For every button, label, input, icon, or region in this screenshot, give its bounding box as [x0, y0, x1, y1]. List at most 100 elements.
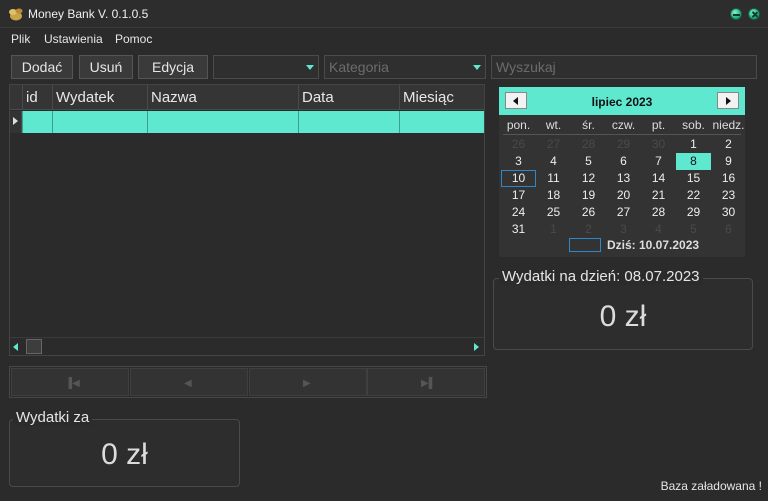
calendar-day[interactable]: 20 — [606, 187, 641, 204]
calendar-day[interactable]: 19 — [571, 187, 606, 204]
status-label: Baza załadowana ! — [660, 479, 762, 493]
column-header-nazwa[interactable]: Nazwa — [147, 85, 298, 110]
daily-expenses-box: 0 zł — [493, 278, 753, 350]
calendar-weekday: czw. — [611, 118, 636, 132]
calendar-day[interactable]: 27 — [606, 204, 641, 221]
table-cell[interactable] — [399, 111, 484, 133]
column-header-wydatek[interactable]: Wydatek — [52, 85, 147, 110]
edit-button[interactable]: Edycja — [138, 55, 208, 79]
filter-combo[interactable] — [213, 55, 319, 79]
window-title: Money Bank V. 0.1.0.5 — [28, 7, 149, 21]
calendar-day[interactable]: 12 — [571, 170, 606, 187]
calendar-day[interactable]: 2 — [711, 136, 746, 153]
period-expenses-value: 0 zł — [101, 438, 148, 471]
calendar-day[interactable]: 31 — [501, 221, 536, 238]
prev-icon: ◀ — [184, 378, 192, 389]
table-cell[interactable] — [298, 111, 399, 133]
calendar-day[interactable]: 16 — [711, 170, 746, 187]
table-cell[interactable] — [22, 111, 52, 133]
calendar-day[interactable]: 23 — [711, 187, 746, 204]
calendar-month-label: lipiec 2023 — [591, 95, 653, 109]
expenses-table[interactable]: id Wydatek Nazwa Data Miesiąc — [9, 84, 485, 356]
column-header-id[interactable]: id — [22, 85, 52, 110]
column-header-miesiac[interactable]: Miesiąc — [399, 85, 484, 110]
calendar-weekday: wt. — [545, 118, 562, 132]
table-cell[interactable] — [52, 111, 147, 133]
calendar-day[interactable]: 29 — [606, 136, 641, 153]
row-indicator[interactable] — [10, 111, 22, 133]
first-record-button[interactable]: ▐◀ — [11, 368, 129, 396]
daily-expenses-title: Wydatki na dzień: 08.07.2023 — [499, 268, 703, 285]
calendar-weekday: sob. — [682, 118, 705, 132]
calendar-day[interactable]: 8 — [676, 153, 711, 170]
column-header-data[interactable]: Data — [298, 85, 399, 110]
calendar-day[interactable]: 1 — [676, 136, 711, 153]
first-icon: ▐◀ — [65, 378, 80, 389]
calendar-header: lipiec 2023 — [499, 87, 745, 115]
horizontal-scrollbar[interactable] — [10, 337, 484, 355]
category-combo[interactable]: Kategoria — [324, 55, 486, 79]
menu-bar: Plik Ustawienia Pomoc — [0, 29, 768, 49]
next-icon: ▶ — [303, 378, 311, 389]
calendar-day[interactable]: 27 — [536, 136, 571, 153]
calendar-day[interactable]: 30 — [641, 136, 676, 153]
calendar-day[interactable]: 5 — [571, 153, 606, 170]
calendar-day[interactable]: 18 — [536, 187, 571, 204]
calendar-day[interactable]: 17 — [501, 187, 536, 204]
add-button[interactable]: Dodać — [11, 55, 73, 79]
calendar-day[interactable]: 24 — [501, 204, 536, 221]
table-cell[interactable] — [147, 111, 298, 133]
calendar-day[interactable]: 22 — [676, 187, 711, 204]
scroll-thumb[interactable] — [26, 339, 42, 354]
scroll-left-icon[interactable] — [13, 343, 18, 351]
calendar-weekday: pt. — [651, 118, 666, 132]
calendar-day[interactable]: 10 — [501, 170, 536, 187]
calendar-day[interactable]: 26 — [501, 136, 536, 153]
calendar-day[interactable]: 11 — [536, 170, 571, 187]
search-input[interactable]: Wyszukaj — [491, 55, 757, 79]
calendar-day[interactable]: 6 — [711, 221, 746, 238]
scroll-right-icon[interactable] — [474, 343, 479, 351]
calendar-day[interactable]: 3 — [501, 153, 536, 170]
calendar-day[interactable]: 5 — [676, 221, 711, 238]
calendar-day[interactable]: 9 — [711, 153, 746, 170]
calendar-day[interactable]: 3 — [606, 221, 641, 238]
today-label[interactable]: Dziś: 10.07.2023 — [607, 238, 699, 252]
menu-plik[interactable]: Plik — [11, 32, 30, 46]
calendar-day[interactable]: 1 — [536, 221, 571, 238]
calendar-day[interactable]: 4 — [641, 221, 676, 238]
calendar-day[interactable]: 28 — [641, 204, 676, 221]
menu-pomoc[interactable]: Pomoc — [115, 32, 152, 46]
calendar-weekday: niedz. — [712, 118, 745, 132]
calendar-day[interactable]: 2 — [571, 221, 606, 238]
calendar-weekday: pon. — [506, 118, 531, 132]
money-bag-icon — [9, 8, 23, 21]
calendar-day[interactable]: 14 — [641, 170, 676, 187]
calendar-day[interactable]: 6 — [606, 153, 641, 170]
calendar[interactable]: lipiec 2023 pon. wt. śr. czw. pt. sob. niedz. … — [499, 87, 745, 257]
delete-button[interactable]: Usuń — [79, 55, 133, 79]
next-record-button[interactable]: ▶ — [249, 368, 367, 396]
calendar-divider — [503, 134, 741, 135]
close-button[interactable] — [748, 8, 760, 20]
table-row[interactable] — [22, 111, 484, 133]
calendar-day[interactable]: 13 — [606, 170, 641, 187]
calendar-day[interactable]: 28 — [571, 136, 606, 153]
calendar-day[interactable]: 26 — [571, 204, 606, 221]
last-record-button[interactable]: ▶▌ — [367, 368, 485, 396]
calendar-day[interactable]: 4 — [536, 153, 571, 170]
menu-ustawienia[interactable]: Ustawienia — [44, 32, 103, 46]
calendar-day[interactable]: 29 — [676, 204, 711, 221]
calendar-day[interactable]: 15 — [676, 170, 711, 187]
period-expenses-title: Wydatki za — [13, 409, 93, 426]
calendar-day[interactable]: 7 — [641, 153, 676, 170]
calendar-day[interactable]: 25 — [536, 204, 571, 221]
minimize-button[interactable] — [730, 8, 742, 20]
prev-record-button[interactable]: ◀ — [130, 368, 248, 396]
daily-expenses-value: 0 zł — [599, 300, 647, 333]
calendar-day[interactable]: 21 — [641, 187, 676, 204]
record-navigator: ▐◀ ◀ ▶ ▶▌ — [9, 366, 487, 398]
calendar-day[interactable]: 30 — [711, 204, 746, 221]
period-expenses-box: 0 zł — [9, 419, 240, 487]
next-month-button[interactable] — [717, 92, 739, 109]
